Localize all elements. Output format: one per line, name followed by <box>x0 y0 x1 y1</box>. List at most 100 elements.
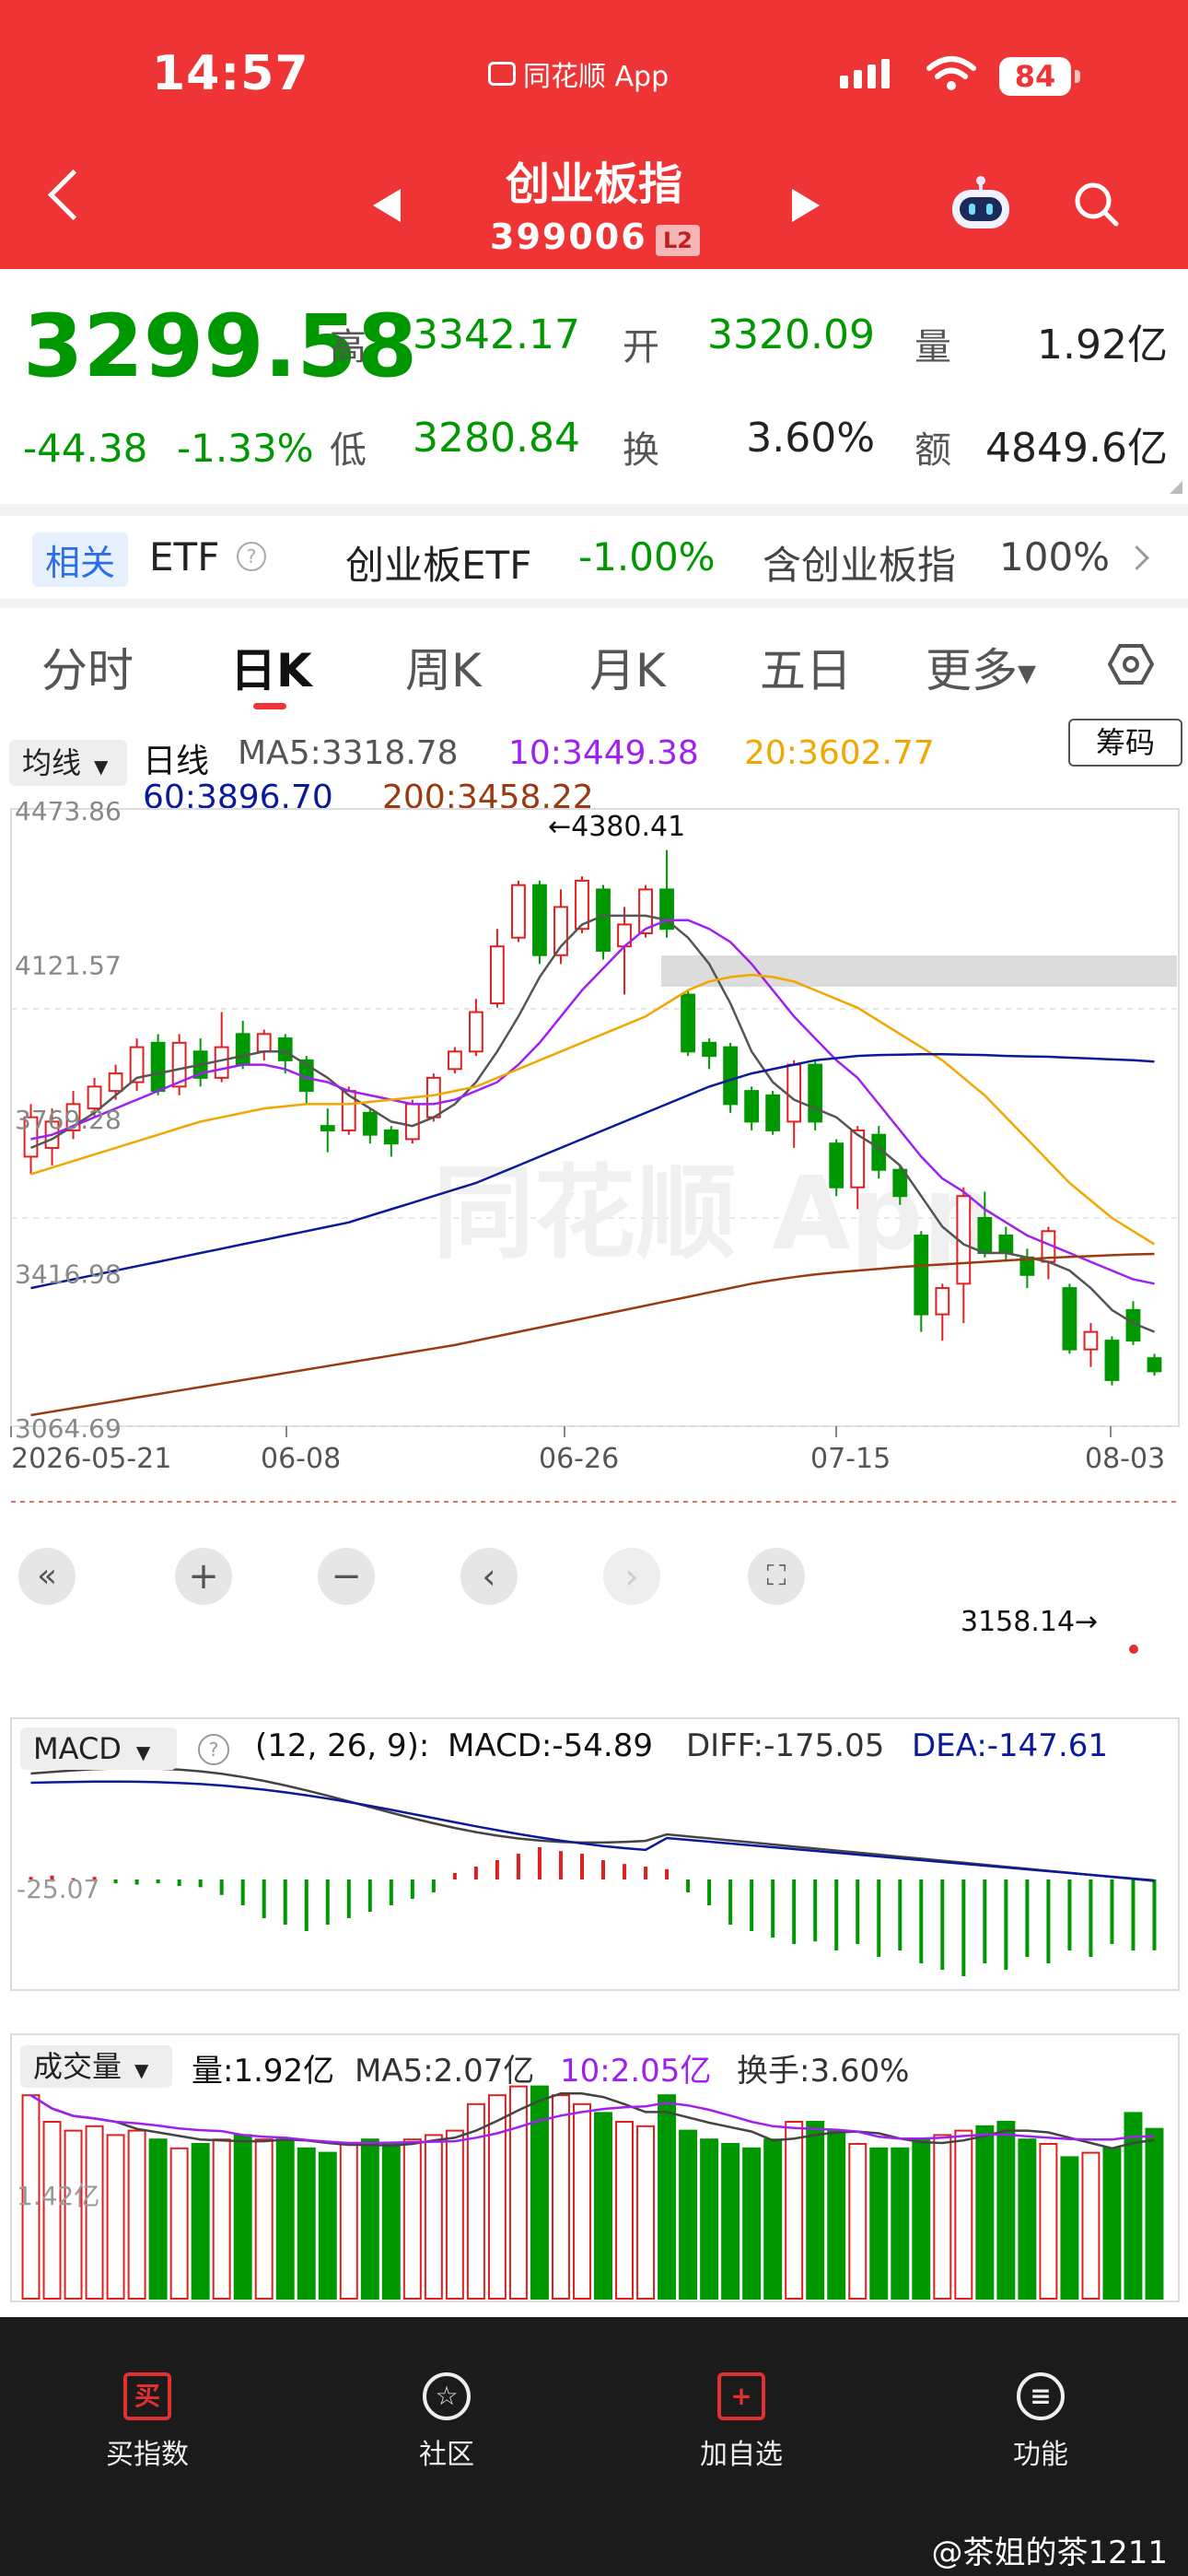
nav-community[interactable]: ☆ 社区 <box>364 2372 530 2472</box>
open-value: 3320.09 <box>707 311 875 358</box>
candles-group <box>23 849 1162 1386</box>
previous-stock-icon[interactable] <box>373 189 401 222</box>
x-tick-label: 06-26 <box>539 1443 619 1475</box>
macd-help-icon[interactable]: ? <box>198 1734 229 1765</box>
tab-more[interactable]: 更多▼ <box>926 634 1036 700</box>
candle-body <box>723 1046 739 1106</box>
tab-five-day[interactable]: 五日 <box>760 634 852 700</box>
buy-icon: 买 <box>123 2372 171 2420</box>
volume-bar <box>636 2125 656 2301</box>
candle-body <box>235 1033 250 1066</box>
search-icon[interactable] <box>1073 181 1119 227</box>
volume-bar <box>700 2138 719 2300</box>
volume-bar <box>1124 2112 1143 2301</box>
volume-current: 量:1.92亿 <box>192 2053 335 2090</box>
scroll-left-fast-icon[interactable]: « <box>18 1548 76 1605</box>
chevron-right-icon <box>1124 545 1149 570</box>
high-label: 高 <box>330 326 367 369</box>
volume-bar <box>508 2085 528 2300</box>
zoom-in-icon[interactable]: + <box>175 1548 232 1605</box>
scroll-left-icon[interactable]: ‹ <box>460 1548 518 1605</box>
candle-body <box>383 1129 399 1145</box>
chart-settings-icon[interactable] <box>1108 643 1154 685</box>
expand-corner-icon[interactable] <box>1170 481 1182 494</box>
turnover-label: 换 <box>623 429 659 472</box>
volume-bar <box>573 2102 591 2301</box>
battery-icon: 84 <box>999 57 1080 96</box>
nav-buy-index[interactable]: 买 买指数 <box>64 2372 230 2472</box>
y-tick-label: 3769.28 <box>15 1105 122 1135</box>
amount-value: 4849.6亿 <box>985 425 1168 472</box>
fullscreen-icon[interactable]: ⛶ <box>748 1548 805 1605</box>
volume-turnover: 换手:3.60% <box>737 2053 910 2090</box>
stock-code: 399006 <box>490 217 647 257</box>
app-logo-icon <box>488 62 516 86</box>
tab-monthly-k[interactable]: 月K <box>589 634 666 700</box>
etf-contains-label: 含创业板指 <box>763 543 957 588</box>
volume-select-label: 成交量 <box>33 2049 122 2084</box>
chip-distribution-band <box>661 955 1177 987</box>
next-stock-icon[interactable] <box>792 189 820 222</box>
volume-bar <box>445 2129 464 2300</box>
ai-assistant-robot-icon[interactable] <box>949 175 1013 230</box>
active-tab-indicator <box>253 703 286 709</box>
app-header: 14:57 同花顺 App 84 创业板指 399006 L2 <box>0 0 1188 269</box>
volume-indicator-select[interactable]: 成交量 ▼ <box>20 2045 172 2088</box>
scroll-right-icon[interactable]: › <box>603 1548 660 1605</box>
x-axis-ticks: 2026-05-21 06-08 06-26 07-15 08-03 <box>10 1426 1165 1475</box>
candle-body <box>829 1142 844 1188</box>
tab-weekly-k[interactable]: 周K <box>405 634 482 700</box>
volume-bar <box>487 2094 507 2300</box>
dea-line <box>30 1780 1155 1882</box>
macd-indicator-select[interactable]: MACD ▼ <box>20 1727 177 1770</box>
volume-bar <box>1102 2147 1122 2301</box>
candle-body <box>468 1011 483 1053</box>
help-icon[interactable]: ? <box>237 542 266 571</box>
volume-label: 量 <box>914 326 951 369</box>
volume-bar <box>402 2138 422 2300</box>
high-marker: ←4380.41 <box>548 811 685 843</box>
menu-icon: ≡ <box>1017 2372 1065 2420</box>
cellular-signal-icon <box>840 59 890 88</box>
y-tick-label: 3064.69 <box>15 1413 122 1444</box>
volume-bar <box>806 2121 825 2300</box>
volume-bar <box>975 2125 995 2301</box>
etf-name: 创业板ETF <box>345 543 532 588</box>
tab-intraday[interactable]: 分时 <box>41 634 134 700</box>
volume-bars <box>21 2085 1164 2301</box>
caret-down-icon: ▼ <box>1018 660 1036 688</box>
wifi-icon <box>926 56 976 90</box>
candle-body <box>425 1076 441 1118</box>
nav-functions[interactable]: ≡ 功能 <box>958 2372 1124 2472</box>
y-axis-ticks: 4473.86 4121.57 3769.28 3416.98 3064.69 <box>15 796 122 1444</box>
quote-panel: 3299.58 -44.38 -1.33% 高 3342.17 开 3320.0… <box>0 269 1188 504</box>
volume-bar <box>615 2121 635 2300</box>
high-value: 3342.17 <box>413 311 580 358</box>
app-name-label: 同花顺 App <box>523 61 670 93</box>
candle-body <box>1083 1330 1099 1351</box>
ma-line-200 <box>30 1252 1155 1417</box>
x-tick-label: 2026-05-21 <box>11 1443 171 1475</box>
tab-daily-k[interactable]: 日K <box>230 634 312 700</box>
candle-body <box>744 1090 760 1123</box>
nav-label: 加自选 <box>700 2439 783 2471</box>
kline-chart-area[interactable]: 均线 ▼ 日线 MA5:3318.78 10:3449.38 20:3602.77… <box>0 714 1188 2317</box>
etf-contains-percent: 100% <box>999 534 1111 580</box>
y-tick-label: 4473.86 <box>15 796 122 826</box>
volume-bar <box>763 2138 783 2300</box>
candle-body <box>1147 1357 1162 1373</box>
candle-body <box>914 1235 929 1316</box>
nav-add-watchlist[interactable]: + 加自选 <box>658 2372 824 2472</box>
volume-bar <box>658 2094 677 2300</box>
candle-body <box>786 1063 802 1123</box>
volume-bar <box>594 2112 612 2301</box>
back-arrow-icon[interactable] <box>47 169 99 221</box>
zoom-out-icon[interactable]: − <box>318 1548 375 1605</box>
nav-label: 功能 <box>1013 2439 1068 2471</box>
related-etf-row[interactable]: 相关 ETF ? 创业板ETF -1.00% 含创业板指 100% <box>0 516 1188 599</box>
candle-body <box>214 1046 229 1079</box>
candle-body <box>850 1129 866 1188</box>
volume-bar <box>297 2147 316 2301</box>
tab-more-label: 更多 <box>926 644 1018 697</box>
level2-badge[interactable]: L2 <box>656 225 700 256</box>
